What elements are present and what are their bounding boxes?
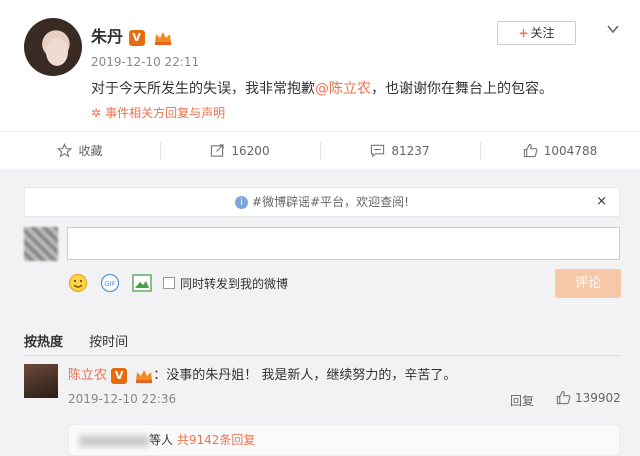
mention-link[interactable]: @陈立农 — [315, 81, 371, 97]
favorite-button[interactable]: 收藏 — [0, 132, 160, 169]
comment-input[interactable] — [67, 227, 620, 260]
verified-badge-icon: V — [111, 367, 128, 384]
image-icon — [132, 274, 152, 292]
notice-text[interactable]: #微博辟谣#平台，欢迎查阅! — [252, 195, 409, 209]
sparkle-icon: ✲ — [91, 106, 102, 120]
sort-tabs: 按热度 按时间 — [24, 331, 128, 350]
sub-replies-link[interactable]: 等人 共9142条回复 — [68, 424, 620, 456]
plus-icon: + — [518, 26, 529, 40]
thumbs-up-icon — [523, 143, 538, 158]
sub-reply-count[interactable]: 共9142条回复 — [177, 433, 256, 447]
comment-section: i #微博辟谣#平台，欢迎查阅! × GIF 同时转发到我的微博 评论 按热度 按… — [0, 169, 640, 456]
emoji-button[interactable] — [67, 272, 89, 294]
comment-text-row: 陈立农 V ：没事的朱丹姐！ 我是新人，继续努力的，辛苦了。 — [68, 364, 456, 384]
submit-comment-button[interactable]: 评论 — [555, 269, 621, 298]
gif-icon: GIF — [100, 273, 120, 293]
gif-button[interactable]: GIF — [99, 272, 121, 294]
share-icon — [211, 144, 225, 157]
image-button[interactable] — [131, 272, 153, 294]
smiley-icon — [68, 273, 88, 293]
close-icon[interactable]: × — [596, 188, 607, 216]
comment-count: 81237 — [391, 143, 430, 158]
divider — [24, 355, 620, 356]
follow-button[interactable]: + 关注 — [497, 21, 576, 45]
like-count: 1004788 — [543, 143, 598, 158]
comment-like-count: 139902 — [575, 390, 621, 405]
my-avatar — [24, 227, 58, 261]
composer-tools: GIF 同时转发到我的微博 — [67, 272, 288, 294]
topic-tag-label: 事件相关方回复与声明 — [105, 106, 226, 120]
repost-checkbox-label: 同时转发到我的微博 — [180, 276, 289, 291]
commenter-avatar[interactable] — [24, 364, 58, 398]
notice-banner: i #微博辟谣#平台，欢迎查阅! × — [24, 187, 620, 217]
comment-body: ：没事的朱丹姐！ 我是新人，继续努力的，辛苦了。 — [153, 368, 457, 383]
author-name[interactable]: 朱丹 — [91, 27, 123, 46]
verified-badge-icon: V — [128, 29, 145, 46]
commenter-name[interactable]: 陈立农 — [68, 368, 107, 383]
repost-checkbox[interactable]: 同时转发到我的微博 — [163, 275, 288, 292]
comment-time: 2019-12-10 22:36 — [68, 392, 177, 406]
favorite-label: 收藏 — [78, 144, 103, 158]
svg-text:GIF: GIF — [104, 280, 116, 288]
tab-hot[interactable]: 按热度 — [24, 335, 63, 350]
reply-button[interactable]: 回复 — [510, 392, 534, 409]
repost-button[interactable]: 16200 — [160, 132, 320, 169]
like-button[interactable]: 1004788 — [480, 132, 640, 169]
chevron-down-icon[interactable] — [606, 22, 620, 36]
post-text-part2: ，也谢谢你在舞台上的包容。 — [371, 81, 553, 97]
sub-suffix: 等人 — [149, 433, 174, 447]
author-avatar[interactable] — [24, 18, 82, 76]
follow-label: 关注 — [530, 26, 555, 40]
comment-icon — [371, 144, 385, 158]
post-card: 朱丹 V 2019-12-10 22:11 对于今天所发生的失误，我非常抱歉@陈… — [0, 0, 640, 456]
comment-like-button[interactable]: 139902 — [556, 390, 621, 405]
crown-icon — [155, 31, 172, 45]
post-content: 对于今天所发生的失误，我非常抱歉@陈立农，也谢谢你在舞台上的包容。 — [91, 78, 553, 98]
post-text-part1: 对于今天所发生的失误，我非常抱歉 — [91, 81, 315, 97]
author-name-row: 朱丹 V — [91, 23, 172, 47]
post-time[interactable]: 2019-12-10 22:11 — [91, 55, 199, 69]
comment-button[interactable]: 81237 — [320, 132, 480, 169]
checkbox[interactable] — [163, 277, 175, 289]
star-icon — [57, 143, 73, 158]
blurred-names — [79, 434, 149, 447]
repost-count: 16200 — [231, 143, 270, 158]
thumbs-up-icon — [556, 390, 571, 405]
action-bar: 收藏 16200 81237 1004788 — [0, 131, 640, 169]
post: 朱丹 V 2019-12-10 22:11 对于今天所发生的失误，我非常抱歉@陈… — [0, 0, 640, 131]
info-icon: i — [235, 196, 249, 209]
tab-time[interactable]: 按时间 — [89, 335, 128, 350]
topic-tag[interactable]: ✲ 事件相关方回复与声明 — [91, 104, 225, 121]
crown-icon — [136, 369, 153, 383]
